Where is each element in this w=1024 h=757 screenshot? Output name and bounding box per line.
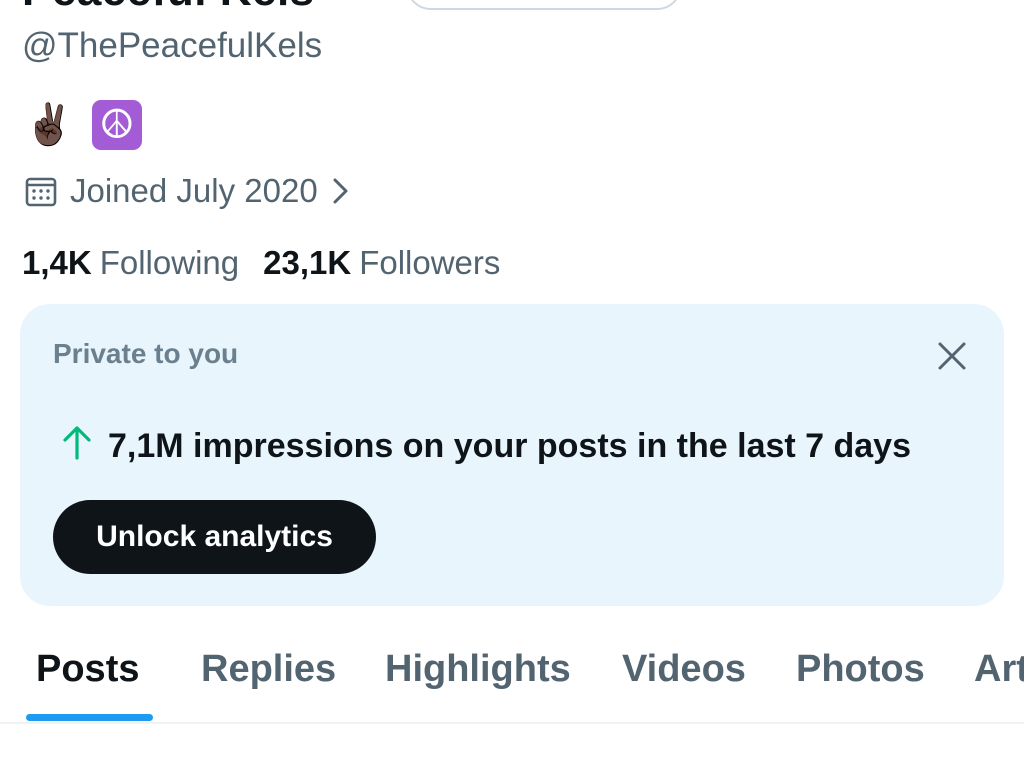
followers-stat[interactable]: 23,1K Followers: [263, 244, 500, 282]
tab-photos[interactable]: Photos: [796, 648, 925, 691]
analytics-card: Private to you 7,1M impressions on your …: [20, 304, 1004, 606]
tab-highlights[interactable]: Highlights: [385, 648, 571, 691]
following-label: Following: [99, 244, 240, 281]
peace-symbol-emoji: ☮: [91, 100, 142, 150]
calendar-icon: [24, 174, 58, 208]
followers-count: 23,1K: [263, 244, 352, 281]
profile-page: Peaceful Kels @ThePeacefulKels ✌🏿 ☮ Join…: [0, 0, 1024, 757]
tab-replies[interactable]: Replies: [201, 648, 336, 691]
tab-videos[interactable]: Videos: [622, 648, 746, 691]
arrow-up-icon: [60, 424, 94, 469]
card-title: Private to you: [53, 338, 239, 369]
profile-stats: 1,4K Following 23,1K Followers: [22, 244, 500, 282]
victory-hand-emoji: ✌🏿: [24, 102, 74, 148]
profile-handle: @ThePeacefulKels: [22, 26, 323, 65]
followers-label: Followers: [359, 244, 501, 281]
impressions-summary: 7,1M impressions on your posts in the la…: [60, 424, 911, 469]
joined-date-label: Joined July 2020: [70, 172, 318, 209]
unlock-analytics-button[interactable]: Unlock analytics: [53, 500, 376, 574]
following-count: 1,4K: [22, 244, 92, 281]
tab-articles[interactable]: Articles: [974, 648, 1024, 691]
active-tab-indicator: [26, 714, 153, 721]
following-stat[interactable]: 1,4K Following: [22, 244, 239, 282]
profile-action-button[interactable]: [406, 0, 682, 10]
profile-bio: ✌🏿 ☮: [24, 100, 142, 150]
tab-posts[interactable]: Posts: [36, 648, 139, 691]
profile-tabs: Posts Replies Highlights Videos Photos A…: [0, 640, 1024, 724]
impressions-text: 7,1M impressions on your posts in the la…: [108, 427, 912, 465]
display-name: Peaceful Kels: [22, 0, 315, 16]
close-icon[interactable]: [936, 340, 968, 372]
joined-date[interactable]: Joined July 2020: [24, 172, 352, 210]
chevron-right-icon: [330, 176, 352, 206]
